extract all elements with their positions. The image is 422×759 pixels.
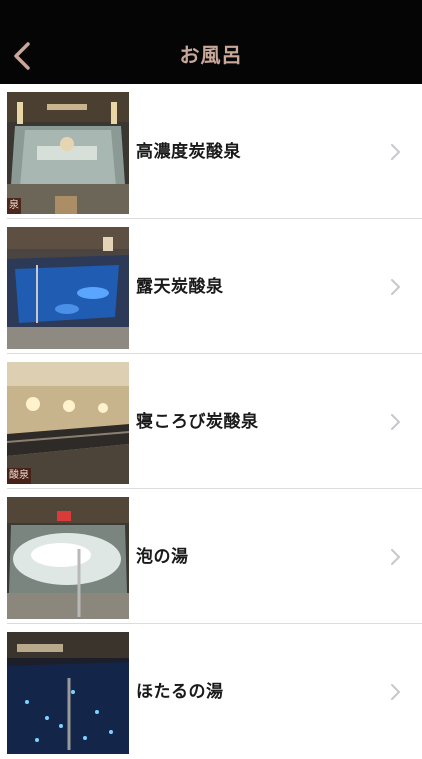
bath-photo: 酸泉 xyxy=(7,362,129,484)
chevron-right-icon xyxy=(391,414,400,430)
bath-list: 泉 高濃度炭酸泉 露天炭酸泉 酸泉 寝ころび炭酸泉 泡の湯 ほたるの湯 xyxy=(0,84,422,759)
chevron-right-icon xyxy=(391,279,400,295)
navigation-bar: お風呂 xyxy=(0,0,422,84)
list-item-bath-1[interactable]: 泉 高濃度炭酸泉 xyxy=(0,84,422,219)
bath-photo xyxy=(7,632,129,754)
bath-name: 寝ころび炭酸泉 xyxy=(136,412,259,432)
page-title: お風呂 xyxy=(179,43,243,67)
list-item-bath-5[interactable]: ほたるの湯 xyxy=(0,624,422,759)
list-item-bath-3[interactable]: 酸泉 寝ころび炭酸泉 xyxy=(0,354,422,489)
chevron-right-icon xyxy=(391,684,400,700)
thumb-caption: 泉 xyxy=(7,198,21,214)
bath-name: 露天炭酸泉 xyxy=(136,277,224,297)
list-item-bath-4[interactable]: 泡の湯 xyxy=(0,489,422,624)
chevron-right-icon xyxy=(391,549,400,565)
bath-name: ほたるの湯 xyxy=(136,682,224,702)
list-item-bath-2[interactable]: 露天炭酸泉 xyxy=(0,219,422,354)
bath-photo xyxy=(7,227,129,349)
bath-photo xyxy=(7,497,129,619)
thumb-caption: 酸泉 xyxy=(7,468,31,484)
chevron-right-icon xyxy=(391,144,400,160)
bath-photo: 泉 xyxy=(7,92,129,214)
bath-name: 泡の湯 xyxy=(136,547,189,567)
bath-name: 高濃度炭酸泉 xyxy=(136,142,241,162)
